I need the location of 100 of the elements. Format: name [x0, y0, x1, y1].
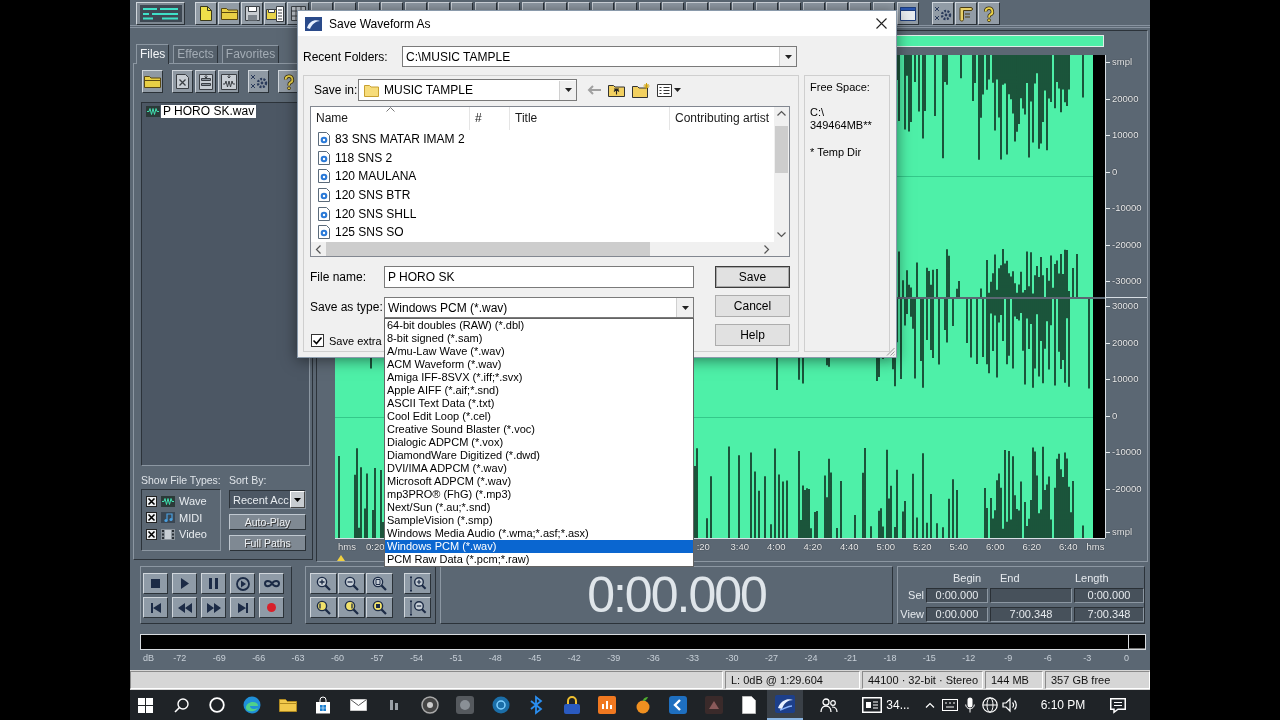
level-scale-label: -63: [291, 652, 305, 664]
rewind-button[interactable]: [172, 597, 197, 618]
stop-button[interactable]: [143, 573, 168, 594]
record-button[interactable]: [259, 597, 284, 618]
folder-icon: [144, 75, 161, 88]
toolbar-button[interactable]: [872, 2, 895, 10]
checkbox[interactable]: [146, 528, 157, 540]
clock[interactable]: 6:10 PM: [1030, 690, 1096, 720]
open-file-button[interactable]: [218, 2, 240, 25]
level-scale-label: -42: [567, 652, 581, 664]
toolbar-button[interactable]: [428, 2, 451, 10]
time-field[interactable]: 0:00.000: [926, 607, 988, 622]
toolbar-button[interactable]: [474, 2, 497, 10]
toolbar-button[interactable]: [662, 2, 685, 10]
zoom-out-button[interactable]: [338, 573, 365, 594]
save-as-button[interactable]: [264, 2, 286, 25]
help-button[interactable]: [978, 2, 1000, 25]
toolbar-button[interactable]: [825, 2, 848, 10]
zoom-out-vertical-icon: [409, 599, 426, 616]
toolbar-button[interactable]: [591, 2, 614, 10]
circle-icon: [208, 697, 225, 713]
time-ruler-label: hms: [338, 540, 356, 554]
time-field[interactable]: 0:00.000: [926, 588, 988, 603]
zoom-in-icon: [316, 576, 331, 591]
toolbar-button[interactable]: [955, 2, 977, 25]
toolbar-button[interactable]: [521, 2, 544, 10]
help-icon: [983, 5, 995, 22]
toolbar-button[interactable]: [685, 2, 708, 10]
multitrack-view-button[interactable]: [136, 2, 185, 25]
zoom-left-button[interactable]: [310, 597, 337, 618]
dropdown-option[interactable]: PCM Raw Data (*.pcm;*.raw): [385, 553, 693, 566]
toolbar-button[interactable]: [381, 2, 404, 10]
toolbar-button[interactable]: [195, 70, 216, 93]
time-field[interactable]: [990, 588, 1072, 603]
toolbar-button[interactable]: [498, 2, 521, 10]
page-bars-icon: [198, 73, 213, 90]
app-icon: [598, 696, 617, 714]
play-to-end-button[interactable]: [230, 573, 255, 594]
toolbar-button[interactable]: [357, 2, 380, 10]
windows-logo-icon: [138, 697, 154, 713]
file-list-item[interactable]: P HORO SK.wav: [161, 105, 257, 118]
toolbar-button[interactable]: [638, 2, 661, 10]
toolbar-button[interactable]: [218, 70, 239, 93]
amplitude-label: smpl: [1106, 526, 1133, 538]
go-to-end-button[interactable]: [230, 597, 255, 618]
toolbar-button[interactable]: [849, 2, 872, 10]
row-label: Sel: [908, 588, 924, 603]
checkbox[interactable]: [311, 334, 324, 347]
zoom-full-button[interactable]: [366, 573, 393, 594]
zoom-right-button[interactable]: [338, 597, 365, 618]
checkbox[interactable]: [146, 512, 157, 524]
wave-file-icon: [146, 106, 160, 117]
show-file-types-label: Show File Types:: [141, 473, 221, 487]
toolbar-button[interactable]: [732, 2, 755, 10]
zoom-selection-button[interactable]: [366, 597, 393, 618]
toolbar-button[interactable]: [755, 2, 778, 10]
new-file-button[interactable]: [195, 2, 217, 25]
panel-tab[interactable]: Files: [136, 44, 170, 64]
checkbox[interactable]: [146, 495, 157, 507]
toolbar-button[interactable]: [932, 2, 954, 25]
zoom-in-vertical-button[interactable]: [404, 573, 431, 594]
pause-button[interactable]: [201, 573, 226, 594]
zoom-in-button[interactable]: [310, 573, 337, 594]
toolbar-button[interactable]: [802, 2, 825, 10]
time-field[interactable]: 7:00.348: [990, 607, 1072, 622]
zoom-page-icon: [372, 576, 387, 591]
zoom-out-vertical-button[interactable]: [404, 597, 431, 618]
time-field[interactable]: 7:00.348: [1074, 607, 1144, 622]
loop-button[interactable]: [259, 573, 284, 594]
gear-icon: [249, 73, 268, 90]
taskbar-button[interactable]: [767, 690, 803, 720]
go-to-start-button[interactable]: [143, 597, 168, 618]
amplitude-label: 20000: [1106, 92, 1139, 105]
app-logo-icon: [305, 16, 322, 31]
dropdown-option[interactable]: Windows PCM (*.wav): [385, 540, 693, 553]
toolbar-button[interactable]: [779, 2, 802, 10]
save-button[interactable]: [241, 2, 263, 25]
toolbar-button[interactable]: [568, 2, 591, 10]
time-ruler-label: 4:20: [803, 540, 822, 554]
toolbar-button[interactable]: [451, 2, 474, 10]
toolbar-button[interactable]: [897, 2, 919, 25]
fast-forward-button[interactable]: [201, 597, 226, 618]
toolbar-button[interactable]: [404, 2, 427, 10]
toolbar-button[interactable]: [334, 2, 357, 10]
help-button[interactable]: [278, 70, 299, 93]
time-field[interactable]: 0:00.000: [1074, 588, 1144, 603]
toolbar-button[interactable]: [311, 2, 333, 10]
time-ruler-label: 4:00: [767, 540, 786, 554]
level-scale-label: -45: [528, 652, 542, 664]
close-file-button[interactable]: [172, 70, 193, 93]
open-file-button[interactable]: [142, 70, 163, 93]
toolbar-button[interactable]: [708, 2, 731, 10]
keyboard-icon: [942, 699, 958, 711]
news-widget[interactable]: 34...: [852, 690, 920, 720]
toolbar-button[interactable]: [248, 70, 269, 93]
toolbar-button[interactable]: [545, 2, 568, 10]
toolbar-button[interactable]: [615, 2, 638, 10]
wave-icon: [161, 495, 175, 507]
sort-by-dropdown[interactable]: Recent Acc: [229, 490, 306, 509]
play-button[interactable]: [172, 573, 197, 594]
